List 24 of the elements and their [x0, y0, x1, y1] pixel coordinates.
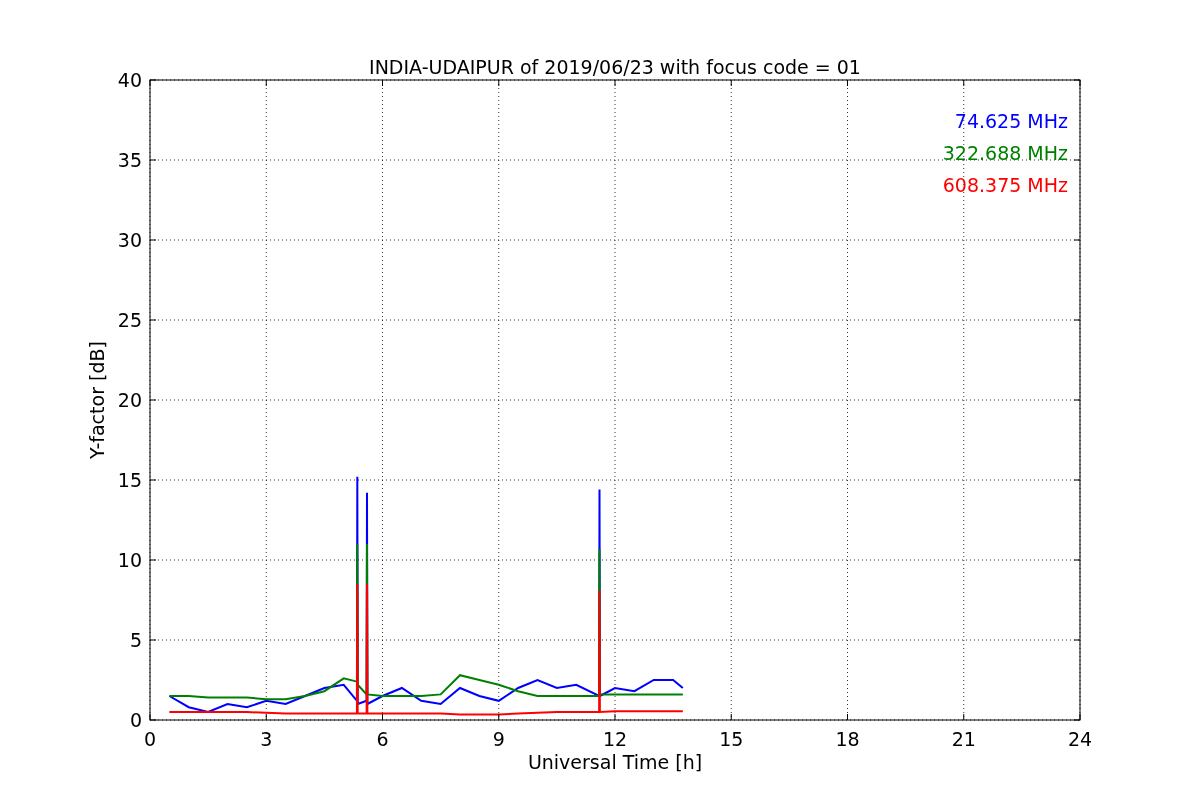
y-axis-label: Y-factor [dB] — [86, 341, 108, 459]
y-tick-label: 25 — [117, 309, 142, 331]
legend-label: 322.688 MHz — [942, 142, 1068, 164]
x-tick-label: 0 — [143, 728, 157, 750]
x-tick-label: 15 — [719, 728, 744, 750]
x-tick-label: 3 — [260, 728, 273, 750]
x-tick-label: 9 — [492, 728, 505, 750]
x-tick-label: 24 — [1067, 728, 1093, 750]
x-tick-label: 6 — [376, 728, 389, 750]
x-tick-label: 12 — [602, 728, 628, 750]
y-tick-label: 35 — [117, 149, 142, 171]
x-axis-label: Universal Time [h] — [527, 751, 703, 773]
y-tick-label: 30 — [117, 229, 142, 251]
legend-label: 74.625 MHz — [954, 110, 1068, 132]
y-tick-label: 5 — [129, 629, 142, 651]
y-tick-label: 15 — [117, 469, 142, 491]
legend-label: 608.375 MHz — [942, 174, 1068, 196]
y-tick-label: 10 — [117, 549, 142, 571]
y-tick-label: 0 — [129, 709, 142, 731]
y-tick-label: 40 — [117, 69, 142, 91]
x-tick-label: 21 — [951, 728, 976, 750]
y-tick-label: 20 — [117, 389, 142, 411]
chart-title: INDIA-UDAIPUR of 2019/06/23 with focus code = 01 — [369, 56, 861, 78]
x-tick-label: 18 — [835, 728, 860, 750]
